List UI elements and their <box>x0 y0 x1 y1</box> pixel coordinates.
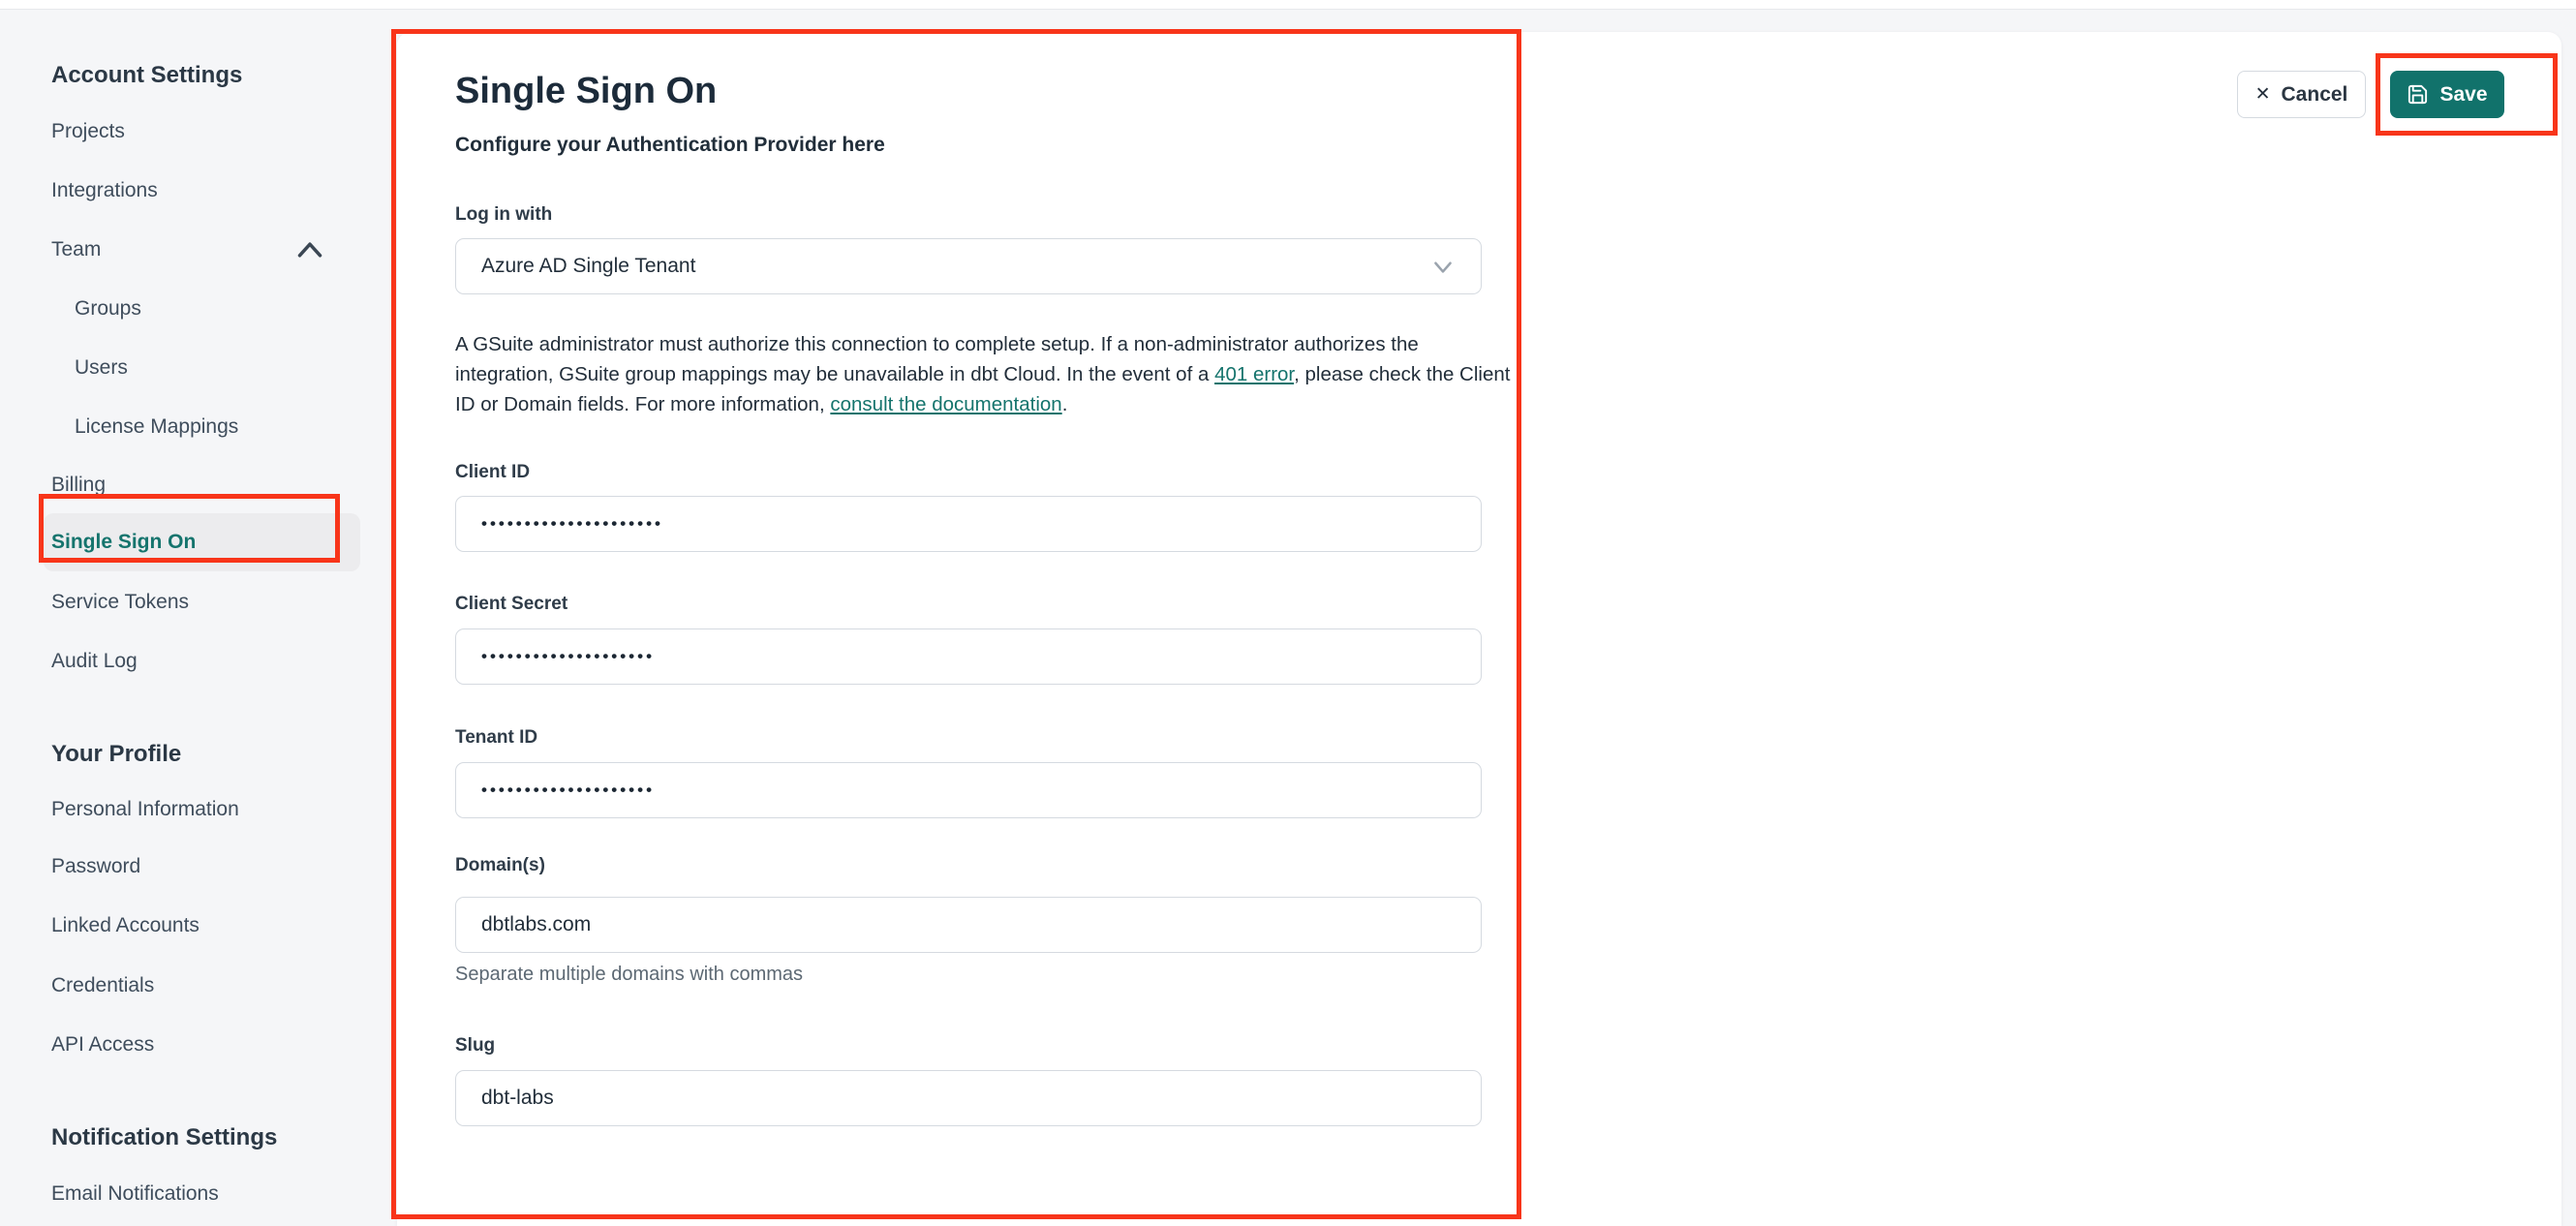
sidebar-item-groups[interactable]: Groups <box>75 290 141 328</box>
save-button-label: Save <box>2439 82 2488 106</box>
sidebar-item-api-access[interactable]: API Access <box>51 1026 154 1064</box>
close-icon: ✕ <box>2254 84 2271 105</box>
sidebar-item-projects[interactable]: Projects <box>51 112 125 151</box>
info-line-3b: . <box>1061 393 1068 415</box>
login-with-selected-value: Azure AD Single Tenant <box>481 255 696 277</box>
link-consult-documentation[interactable]: consult the documentation <box>830 393 1061 415</box>
top-nav-strip <box>0 0 2576 10</box>
sidebar-item-license-mappings[interactable]: License Mappings <box>75 408 238 446</box>
client-secret-input[interactable] <box>455 628 1482 685</box>
cancel-button[interactable]: ✕ Cancel <box>2237 71 2366 118</box>
slug-label: Slug <box>455 1035 496 1056</box>
client-secret-label: Client Secret <box>455 594 568 614</box>
sidebar-item-linked-accounts[interactable]: Linked Accounts <box>51 906 199 945</box>
sidebar-item-password[interactable]: Password <box>51 847 140 886</box>
sidebar-item-team[interactable]: Team <box>51 230 101 269</box>
save-icon <box>2408 84 2428 105</box>
info-line-2: integration, GSuite group mappings may b… <box>455 363 1215 385</box>
page-title: Single Sign On <box>455 71 718 111</box>
page-subtitle: Configure your Authentication Provider h… <box>455 134 885 156</box>
sidebar-item-email-notifications[interactable]: Email Notifications <box>51 1175 219 1213</box>
client-id-input[interactable] <box>455 496 1482 552</box>
login-with-select[interactable]: Azure AD Single Tenant <box>455 238 1482 294</box>
info-line-1: A GSuite administrator must authorize th… <box>455 333 1419 355</box>
sidebar-header-your-profile: Your Profile <box>51 741 182 767</box>
domains-label: Domain(s) <box>455 855 545 875</box>
sidebar-item-integrations[interactable]: Integrations <box>51 171 158 210</box>
sidebar-item-users[interactable]: Users <box>75 349 128 387</box>
sidebar-item-billing[interactable]: Billing <box>51 466 106 505</box>
sidebar-header-account-settings: Account Settings <box>51 62 243 88</box>
single-sign-on-panel: Single Sign On Configure your Authentica… <box>397 32 2561 1226</box>
domains-helper-text: Separate multiple domains with commas <box>455 964 804 985</box>
sidebar-item-service-tokens[interactable]: Service Tokens <box>51 583 189 622</box>
client-id-label: Client ID <box>455 462 531 482</box>
tenant-id-input[interactable] <box>455 762 1482 818</box>
tenant-id-label: Tenant ID <box>455 727 538 748</box>
gsuite-info-text: A GSuite administrator must authorize th… <box>455 329 1540 419</box>
sidebar-item-personal-information[interactable]: Personal Information <box>51 790 239 829</box>
save-button[interactable]: Save <box>2390 71 2504 118</box>
info-line-3: ID or Domain fields. For more informatio… <box>455 393 831 415</box>
sidebar-item-audit-log[interactable]: Audit Log <box>51 642 138 681</box>
cancel-button-label: Cancel <box>2281 82 2348 106</box>
link-401-error[interactable]: 401 error <box>1214 363 1294 385</box>
domains-input[interactable] <box>455 897 1482 953</box>
chevron-up-icon[interactable] <box>296 239 323 261</box>
sidebar-item-single-sign-on[interactable]: Single Sign On <box>51 523 196 562</box>
login-with-label: Log in with <box>455 204 553 225</box>
chevron-down-icon <box>1434 261 1452 273</box>
sidebar-item-credentials[interactable]: Credentials <box>51 966 154 1005</box>
info-line-2b: , please check the Client <box>1294 363 1511 385</box>
sidebar-header-notification-settings: Notification Settings <box>51 1124 278 1150</box>
settings-sidebar: Account Settings Projects Integrations T… <box>0 11 397 1226</box>
slug-input[interactable] <box>455 1070 1482 1126</box>
